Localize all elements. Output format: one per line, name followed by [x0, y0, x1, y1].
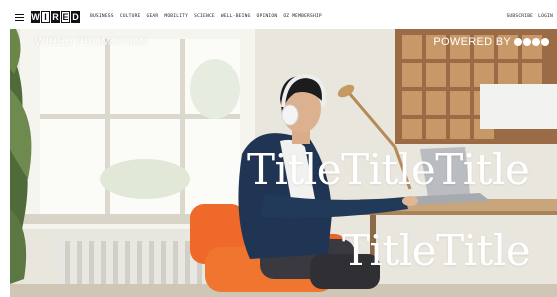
logo-letter: D — [71, 11, 80, 23]
logo-letter: R — [51, 11, 60, 23]
powered-by-label: POWERED BY — [433, 36, 511, 48]
nav-link-opinion[interactable]: OPINION — [257, 12, 278, 22]
nav-link-well-being[interactable]: WELL-BEING — [221, 12, 251, 22]
login-link[interactable]: LOGIN — [538, 12, 553, 22]
hero-title-line-1[interactable]: TitleTitleTitle — [247, 146, 530, 194]
nav-link-oz-membership[interactable]: OZ MEMBERSHIP — [283, 12, 322, 22]
nav-link-gear[interactable]: GEAR — [147, 12, 159, 22]
powered-by: POWERED BY — [433, 36, 549, 48]
section-links: BUSINESS CULTURE GEAR MOBILITY SCIENCE W… — [90, 12, 322, 22]
promotion-label: WIRED PROMOTION — [35, 36, 148, 48]
hamburger-menu-icon[interactable] — [15, 14, 24, 21]
nav-link-culture[interactable]: CULTURE — [120, 12, 141, 22]
nav-link-mobility[interactable]: MOBILITY — [164, 12, 188, 22]
account-links: SUBSCRIBE LOGIN — [506, 12, 553, 22]
logo-letter: W — [31, 11, 40, 23]
four-dots-logo-icon[interactable] — [514, 38, 549, 46]
hero-title-line-2[interactable]: TitleTitle — [342, 227, 531, 275]
wired-logo[interactable]: W I R E D — [31, 11, 80, 23]
logo-letter: I — [41, 11, 50, 23]
subscribe-link[interactable]: SUBSCRIBE — [506, 12, 533, 22]
nav-link-business[interactable]: BUSINESS — [90, 12, 114, 22]
hero-promotion[interactable]: WIRED PROMOTION POWERED BY TitleTitleTit… — [10, 29, 557, 297]
logo-letter: E — [61, 11, 70, 23]
nav-link-science[interactable]: SCIENCE — [194, 12, 215, 22]
